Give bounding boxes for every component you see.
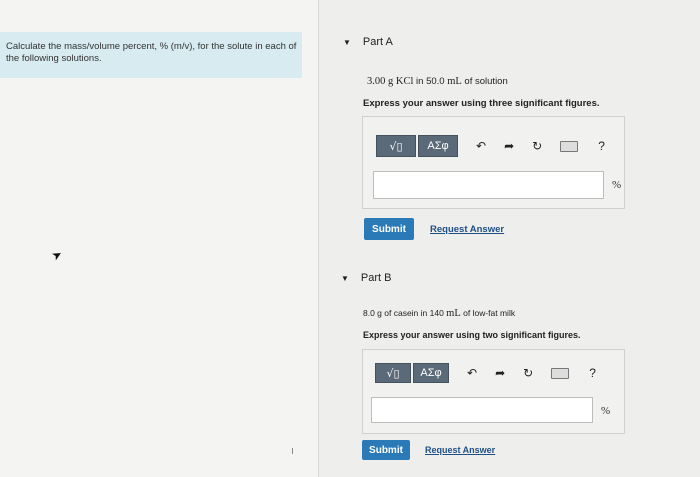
help-icon[interactable]: ? bbox=[598, 139, 605, 153]
part-b-request-answer-link[interactable]: Request Answer bbox=[425, 445, 495, 455]
part-a-header[interactable]: ▼ Part A bbox=[343, 36, 393, 48]
divider bbox=[318, 0, 319, 477]
part-b-header[interactable]: ▼ Part B bbox=[341, 272, 392, 284]
divider-mark bbox=[292, 448, 293, 454]
part-b-answer-input[interactable] bbox=[371, 397, 593, 423]
part-a-unit: % bbox=[612, 179, 622, 191]
template-button[interactable]: √▯ bbox=[375, 363, 411, 383]
part-a-answer-input[interactable] bbox=[373, 171, 604, 199]
redo-arrow-icon[interactable]: ➦ bbox=[504, 139, 514, 153]
part-b-instruction: Express your answer using two significan… bbox=[363, 330, 581, 340]
part-a-instruction: Express your answer using three signific… bbox=[363, 98, 600, 109]
reset-icon[interactable]: ↻ bbox=[532, 139, 542, 153]
part-a-problem: 3.00 g KCl in 50.0 mL of solution bbox=[367, 76, 508, 87]
part-b-problem: 8.0 g of casein in 140 mL of low-fat mil… bbox=[363, 308, 516, 319]
help-icon[interactable]: ? bbox=[589, 366, 596, 380]
part-b-math-toolbar: √▯ ΑΣφ ↶ ➦ ↻ ? bbox=[375, 363, 596, 383]
part-a-math-toolbar: √▯ ΑΣφ ↶ ➦ ↻ ? bbox=[376, 135, 605, 157]
keyboard-icon[interactable] bbox=[560, 140, 579, 152]
part-b-unit: % bbox=[601, 405, 611, 417]
greek-symbols-button[interactable]: ΑΣφ bbox=[413, 363, 449, 383]
keyboard-icon[interactable] bbox=[551, 367, 570, 379]
greek-symbols-button[interactable]: ΑΣφ bbox=[418, 135, 458, 157]
template-button[interactable]: √▯ bbox=[376, 135, 416, 157]
problem-prompt: Calculate the mass/volume percent, % (m/… bbox=[0, 32, 302, 78]
part-b-submit-button[interactable]: Submit bbox=[362, 440, 410, 460]
collapse-triangle-icon[interactable]: ▼ bbox=[341, 274, 349, 283]
collapse-triangle-icon[interactable]: ▼ bbox=[343, 38, 351, 47]
undo-arrow-icon[interactable]: ↶ bbox=[467, 366, 477, 380]
part-a-request-answer-link[interactable]: Request Answer bbox=[430, 224, 504, 235]
reset-icon[interactable]: ↻ bbox=[523, 366, 533, 380]
part-a-submit-button[interactable]: Submit bbox=[364, 218, 414, 240]
undo-arrow-icon[interactable]: ↶ bbox=[476, 139, 486, 153]
redo-arrow-icon[interactable]: ➦ bbox=[495, 366, 505, 380]
